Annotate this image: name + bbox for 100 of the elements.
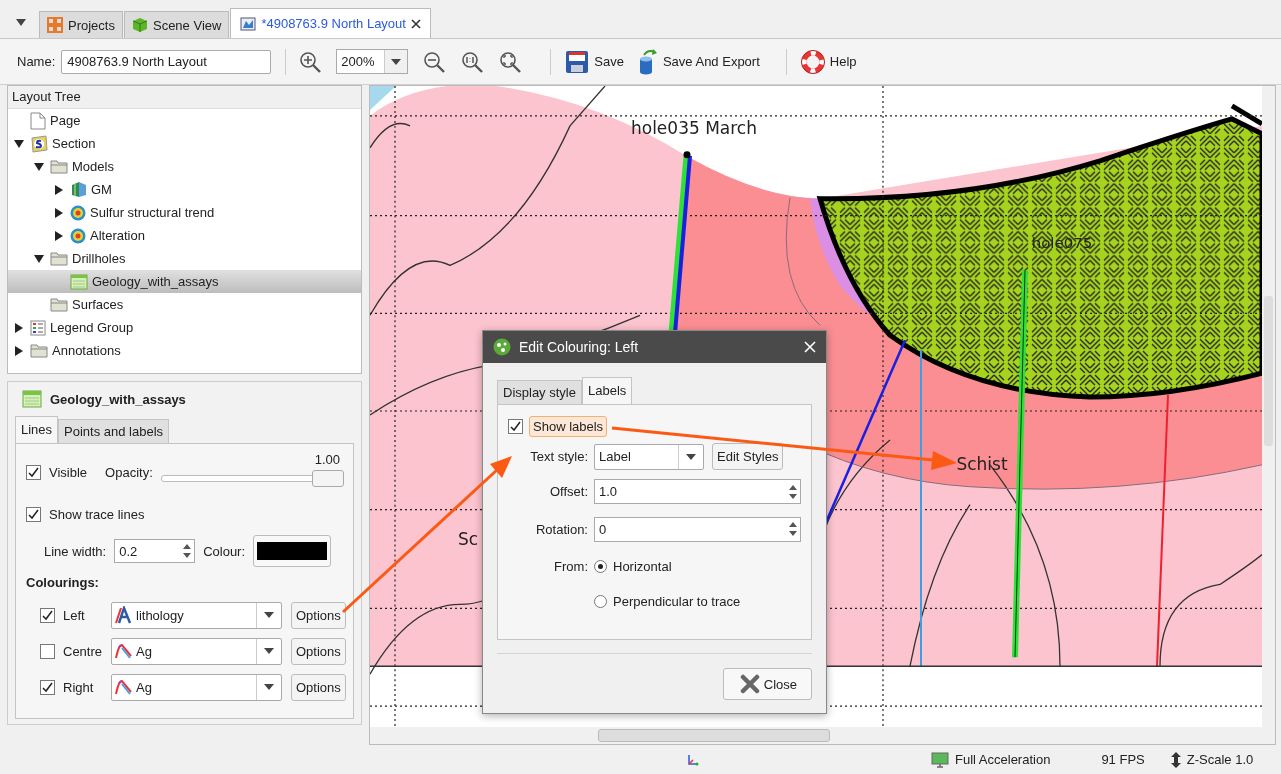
z-scale-status[interactable]: Z-Scale 1.0: [1186, 752, 1254, 767]
checkbox[interactable]: [40, 679, 55, 695]
expanded-triangle-icon[interactable]: [34, 161, 44, 172]
vertical-arrows-icon[interactable]: [1170, 751, 1181, 768]
gradient-curve-icon: [115, 678, 133, 696]
collapsed-triangle-icon[interactable]: [54, 207, 64, 218]
collapsed-triangle-icon[interactable]: [54, 184, 64, 195]
tree-item[interactable]: GM: [8, 178, 361, 201]
tab[interactable]: Display style: [497, 380, 582, 404]
dropdown-caret-icon[interactable]: [16, 19, 26, 27]
close-button[interactable]: Close: [722, 668, 812, 700]
zoom-fit-icon[interactable]: [498, 49, 523, 74]
line-width-spinbox[interactable]: 0.2: [114, 539, 196, 563]
tree-item[interactable]: Models: [8, 155, 361, 178]
slider-thumb[interactable]: [312, 469, 344, 487]
spin-arrows-icon[interactable]: [183, 543, 192, 559]
tab[interactable]: Projects: [39, 11, 123, 38]
zoom-dropdown[interactable]: 200%: [336, 49, 409, 74]
zoom-in-icon[interactable]: [298, 49, 323, 74]
caret-icon: [686, 453, 696, 460]
collapsed-triangle-icon[interactable]: [14, 322, 24, 333]
properties-title: Geology_with_assays: [50, 391, 186, 407]
target-icon: [70, 204, 86, 221]
expanded-triangle-icon[interactable]: [14, 138, 24, 149]
caret-icon: [264, 612, 274, 618]
colourings-heading: Colourings:: [26, 574, 100, 592]
monitor-icon: [931, 751, 949, 768]
radio-label: Horizontal: [613, 559, 672, 574]
acceleration-status: Full Acceleration: [955, 752, 1051, 767]
horizontal-scrollbar[interactable]: [370, 727, 1262, 744]
tree-item[interactable]: Page: [8, 109, 361, 132]
folder-icon: [50, 159, 68, 174]
lifebuoy-icon: [800, 49, 825, 74]
colouring-label: Right: [63, 679, 95, 695]
axes-icon: [687, 753, 699, 766]
tab[interactable]: Labels: [581, 377, 633, 404]
text-style-label: Text style:: [529, 449, 588, 464]
save-button[interactable]: Save: [563, 47, 626, 76]
offset-spinbox[interactable]: 1.0: [594, 479, 801, 504]
offset-label: Offset:: [548, 484, 588, 499]
gradient-curve-icon: [115, 642, 133, 660]
tree-item[interactable]: Annotations: [8, 339, 361, 362]
collapsed-triangle-icon[interactable]: [14, 345, 24, 356]
opacity-slider[interactable]: [160, 469, 342, 487]
grid-icon: [47, 17, 63, 33]
from-label: From:: [554, 559, 588, 574]
spin-arrows-icon[interactable]: [789, 483, 797, 500]
target-icon: [70, 227, 86, 244]
zoom-out-icon[interactable]: [422, 49, 447, 74]
options-button[interactable]: Options: [291, 601, 346, 629]
tab[interactable]: Points and labels: [58, 419, 170, 443]
colouring-dropdown[interactable]: lithology: [111, 601, 282, 629]
checkbox[interactable]: [26, 464, 41, 480]
spin-arrows-icon[interactable]: [789, 521, 797, 537]
checkbox[interactable]: [508, 418, 523, 434]
colouring-label: Centre: [63, 643, 104, 659]
actual-size-icon[interactable]: [460, 49, 485, 74]
block-model-icon: [70, 181, 87, 198]
edit-styles-button[interactable]: Edit Styles: [712, 443, 784, 470]
tab[interactable]: Scene View: [123, 11, 230, 38]
checkbox[interactable]: [40, 643, 55, 659]
opacity-label: Opacity:: [105, 464, 153, 480]
tree-item[interactable]: Section: [8, 132, 361, 155]
radio-button[interactable]: [594, 595, 607, 608]
tab[interactable]: *4908763.9 North Layout: [230, 8, 431, 38]
page-icon: [30, 111, 46, 130]
line-width-label: Line width:: [44, 543, 107, 559]
colouring-dropdown[interactable]: Ag: [111, 637, 282, 665]
text-style-dropdown[interactable]: Label: [594, 443, 704, 470]
tree-item[interactable]: Alteration: [8, 224, 361, 247]
collapsed-triangle-icon[interactable]: [54, 230, 64, 241]
tree-item[interactable]: Surfaces: [8, 293, 361, 316]
options-button[interactable]: Options: [291, 637, 346, 665]
name-field[interactable]: 4908763.9 North Layout: [61, 49, 272, 74]
x-mark-icon: [739, 674, 760, 694]
tree-item[interactable]: Sulfur structural trend: [8, 201, 361, 224]
vertical-scrollbar[interactable]: [1262, 86, 1275, 744]
map-label: hole035 March: [631, 117, 757, 138]
caret-icon: [264, 684, 274, 690]
rotation-spinbox[interactable]: 0: [594, 516, 801, 542]
cube-icon: [131, 17, 148, 33]
table-icon: [22, 390, 42, 408]
expanded-triangle-icon[interactable]: [34, 253, 44, 264]
checkbox[interactable]: [40, 607, 55, 623]
help-button[interactable]: Help: [798, 47, 859, 76]
colour-label: Colour:: [203, 543, 246, 559]
folder-icon: [30, 343, 48, 358]
options-button[interactable]: Options: [291, 673, 346, 701]
radio-button[interactable]: [594, 560, 607, 573]
close-icon[interactable]: [410, 18, 421, 29]
caret-icon: [264, 648, 274, 654]
tab[interactable]: Lines: [15, 416, 59, 443]
colouring-dropdown[interactable]: Ag: [111, 673, 282, 701]
tree-item[interactable]: Legend Group: [8, 316, 361, 339]
checkbox[interactable]: [26, 507, 41, 522]
colour-swatch-button[interactable]: [253, 535, 332, 567]
folder-icon: [50, 251, 68, 266]
tree-item[interactable]: Drillholes: [8, 247, 361, 270]
save-and-export-button[interactable]: Save And Export: [635, 46, 762, 77]
tree-item[interactable]: Geology_with_assays: [8, 270, 361, 293]
